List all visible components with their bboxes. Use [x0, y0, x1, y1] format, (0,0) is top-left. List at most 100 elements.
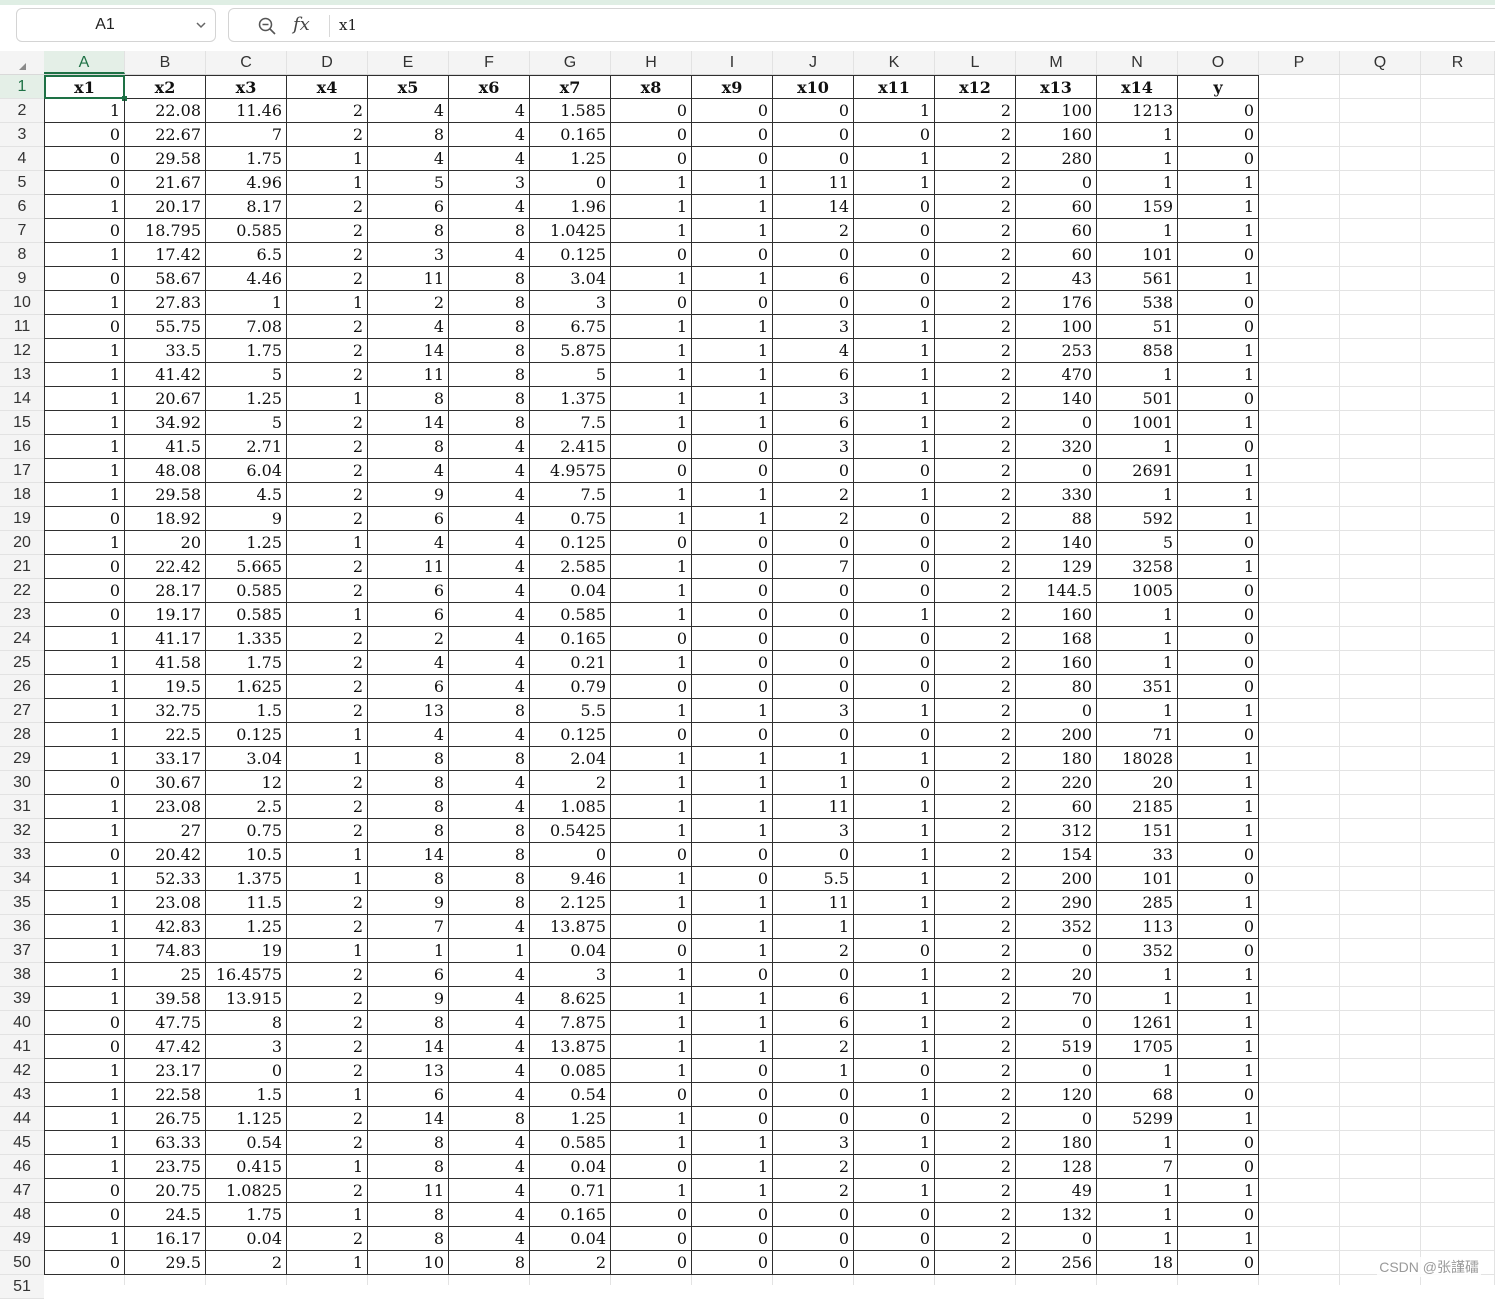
table-cell[interactable]	[1259, 771, 1340, 795]
table-cell[interactable]: 17.42	[125, 243, 206, 267]
table-cell[interactable]	[1340, 171, 1421, 195]
table-cell[interactable]: 4	[368, 147, 449, 171]
table-cell[interactable]: 858	[1097, 339, 1178, 363]
table-cell[interactable]	[1421, 1035, 1495, 1059]
table-cell[interactable]: 101	[1097, 867, 1178, 891]
table-cell[interactable]: 1	[1178, 267, 1259, 291]
table-cell[interactable]	[1421, 147, 1495, 171]
table-cell[interactable]: 4	[368, 99, 449, 123]
table-cell[interactable]: 0	[773, 291, 854, 315]
table-cell[interactable]: 7.5	[530, 411, 611, 435]
table-cell[interactable]: 0.165	[530, 1203, 611, 1227]
table-cell[interactable]: 1	[287, 1083, 368, 1107]
table-cell[interactable]: 1	[287, 1203, 368, 1227]
table-cell[interactable]	[1340, 1131, 1421, 1155]
table-cell[interactable]	[1421, 771, 1495, 795]
table-cell[interactable]: 1	[611, 1059, 692, 1083]
table-cell[interactable]: 0	[692, 651, 773, 675]
table-cell[interactable]: 2	[935, 1203, 1016, 1227]
table-cell[interactable]	[1340, 123, 1421, 147]
table-cell[interactable]: 1	[854, 843, 935, 867]
column-header-b[interactable]: B	[125, 51, 206, 74]
table-cell[interactable]: 0	[773, 843, 854, 867]
table-cell[interactable]: 1	[1178, 795, 1259, 819]
row-header[interactable]: 30	[0, 771, 44, 795]
table-cell[interactable]: 11	[368, 555, 449, 579]
table-cell[interactable]	[935, 1275, 1016, 1285]
table-cell[interactable]: 9	[368, 483, 449, 507]
table-cell[interactable]: 4	[368, 651, 449, 675]
table-cell[interactable]: 23.08	[125, 795, 206, 819]
header-cell[interactable]: x1	[44, 75, 125, 99]
table-cell[interactable]	[1340, 387, 1421, 411]
table-cell[interactable]: 4	[449, 1059, 530, 1083]
table-cell[interactable]	[1421, 555, 1495, 579]
table-cell[interactable]: 1	[611, 411, 692, 435]
table-cell[interactable]	[1259, 1107, 1340, 1131]
table-cell[interactable]: 4	[449, 123, 530, 147]
table-cell[interactable]: 0	[1016, 939, 1097, 963]
table-cell[interactable]: 58.67	[125, 267, 206, 291]
table-cell[interactable]	[1259, 1083, 1340, 1107]
table-cell[interactable]: 2.415	[530, 435, 611, 459]
table-cell[interactable]: 1.25	[206, 531, 287, 555]
row-header[interactable]: 18	[0, 483, 44, 507]
table-cell[interactable]: 0	[692, 435, 773, 459]
table-cell[interactable]: 2691	[1097, 459, 1178, 483]
column-header-m[interactable]: M	[1016, 51, 1097, 74]
table-cell[interactable]: 4	[368, 459, 449, 483]
table-cell[interactable]: 352	[1097, 939, 1178, 963]
table-cell[interactable]: 13.875	[530, 1035, 611, 1059]
table-cell[interactable]: 1	[854, 339, 935, 363]
table-cell[interactable]: 11	[773, 795, 854, 819]
table-cell[interactable]: 26.75	[125, 1107, 206, 1131]
row-header[interactable]: 12	[0, 339, 44, 363]
table-cell[interactable]: 1	[1178, 771, 1259, 795]
table-cell[interactable]: 1	[692, 339, 773, 363]
table-cell[interactable]	[1259, 675, 1340, 699]
table-cell[interactable]: 1	[44, 699, 125, 723]
table-cell[interactable]: 101	[1097, 243, 1178, 267]
table-cell[interactable]	[1259, 867, 1340, 891]
table-cell[interactable]: 4	[449, 1011, 530, 1035]
table-cell[interactable]: 0	[1178, 603, 1259, 627]
table-cell[interactable]: 52.33	[125, 867, 206, 891]
table-cell[interactable]: 0.04	[530, 579, 611, 603]
table-cell[interactable]: 1	[1178, 819, 1259, 843]
table-cell[interactable]: 1	[287, 603, 368, 627]
table-cell[interactable]: 1	[44, 891, 125, 915]
table-cell[interactable]: 1	[854, 603, 935, 627]
table-cell[interactable]: 2	[935, 507, 1016, 531]
table-cell[interactable]: 538	[1097, 291, 1178, 315]
table-cell[interactable]: 5	[368, 171, 449, 195]
table-cell[interactable]	[1259, 99, 1340, 123]
row-header[interactable]: 44	[0, 1107, 44, 1131]
table-cell[interactable]: 0.125	[530, 531, 611, 555]
table-cell[interactable]: 9	[206, 507, 287, 531]
table-cell[interactable]	[1259, 411, 1340, 435]
table-cell[interactable]: 0	[611, 1155, 692, 1179]
table-cell[interactable]: 1	[854, 483, 935, 507]
table-cell[interactable]	[1259, 531, 1340, 555]
table-cell[interactable]: 151	[1097, 819, 1178, 843]
table-cell[interactable]: 1.625	[206, 675, 287, 699]
column-header-i[interactable]: I	[692, 51, 773, 74]
table-cell[interactable]: 2	[287, 459, 368, 483]
table-cell[interactable]: 1	[611, 795, 692, 819]
table-cell[interactable]: 140	[1016, 531, 1097, 555]
table-cell[interactable]: 2	[287, 411, 368, 435]
table-cell[interactable]	[1421, 819, 1495, 843]
table-cell[interactable]: 71	[1097, 723, 1178, 747]
table-cell[interactable]: 0	[611, 843, 692, 867]
table-cell[interactable]: 1	[692, 771, 773, 795]
table-cell[interactable]: 23.17	[125, 1059, 206, 1083]
table-cell[interactable]	[1259, 243, 1340, 267]
table-cell[interactable]: 20	[1097, 771, 1178, 795]
table-cell[interactable]: 1	[773, 915, 854, 939]
table-cell[interactable]: 18.92	[125, 507, 206, 531]
table-cell[interactable]: 0.585	[530, 603, 611, 627]
table-cell[interactable]: 0.54	[206, 1131, 287, 1155]
table-cell[interactable]: 1	[449, 939, 530, 963]
table-cell[interactable]: 2	[935, 1035, 1016, 1059]
table-cell[interactable]: 2	[935, 747, 1016, 771]
